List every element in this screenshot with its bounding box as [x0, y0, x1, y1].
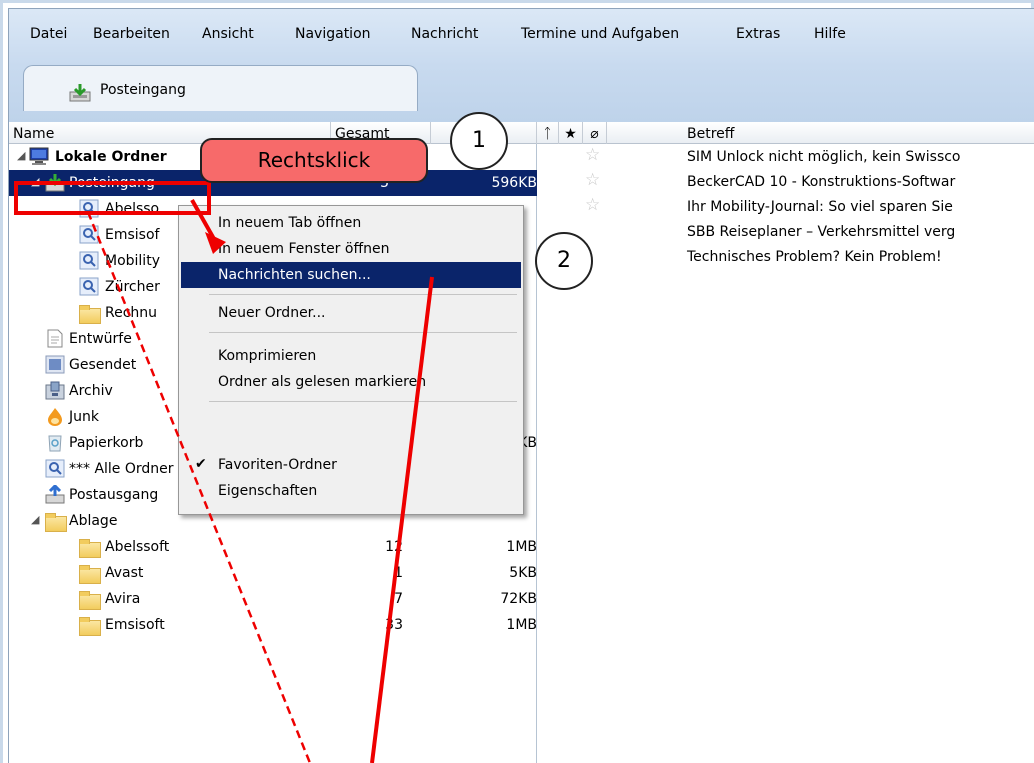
callout-rechtsklick: Rechtsklick	[200, 138, 428, 183]
annotation-arrows	[86, 199, 434, 763]
step-1-marker: 1	[450, 112, 508, 170]
highlight-box	[14, 181, 211, 215]
arrow-head	[205, 232, 226, 254]
pointer-line	[370, 276, 434, 763]
dashed-guide-line	[86, 211, 312, 763]
step-2-marker: 2	[535, 232, 593, 290]
